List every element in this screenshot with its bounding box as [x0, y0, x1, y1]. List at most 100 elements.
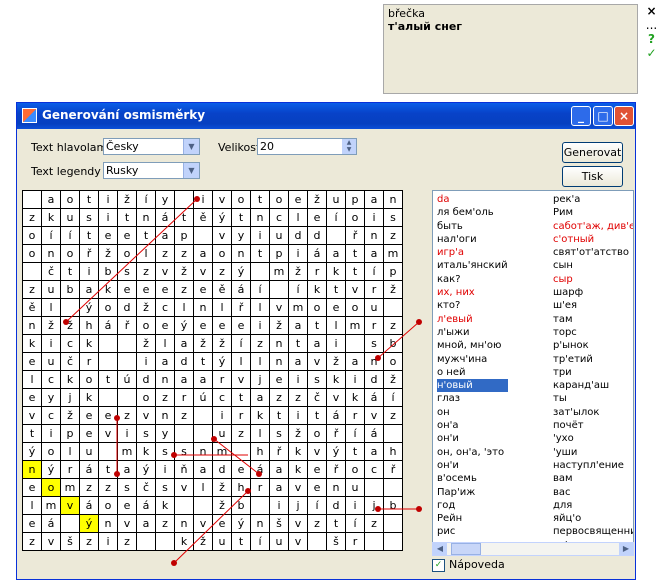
grid-cell[interactable]: ý — [136, 460, 156, 479]
check-icon[interactable]: ✓ — [642, 46, 661, 60]
grid-cell[interactable] — [117, 352, 137, 371]
grid-cell[interactable]: h — [250, 442, 270, 461]
grid-cell[interactable]: t — [269, 406, 289, 425]
legend-item[interactable]: da — [437, 193, 508, 206]
legend-item[interactable]: рис — [437, 525, 508, 538]
grid-cell[interactable]: v — [60, 496, 80, 515]
grid-cell[interactable]: t — [345, 442, 365, 461]
legend-panel[interactable]: da ля бем'оль быть нал'оги игр'а италь'янский… — [432, 190, 634, 556]
grid-cell[interactable]: á — [231, 280, 251, 299]
grid-cell[interactable] — [155, 532, 175, 551]
grid-cell[interactable]: z — [212, 262, 232, 281]
grid-cell[interactable]: k — [155, 496, 175, 515]
grid-cell[interactable]: ž — [41, 316, 61, 335]
grid-cell[interactable]: ř — [326, 424, 346, 443]
grid-cell[interactable]: t — [326, 280, 346, 299]
grid-cell[interactable]: o — [41, 478, 61, 497]
legend-item[interactable]: о ней — [437, 366, 508, 379]
grid-cell[interactable] — [22, 190, 42, 209]
grid-cell[interactable]: o — [136, 388, 156, 407]
grid-cell[interactable]: k — [98, 280, 118, 299]
grid-cell[interactable] — [193, 406, 213, 425]
grid-cell[interactable]: u — [41, 280, 61, 299]
grid-cell[interactable]: e — [288, 190, 308, 209]
grid-cell[interactable]: l — [22, 370, 42, 389]
grid-cell[interactable]: ř — [117, 316, 137, 335]
grid-cell[interactable]: ý — [231, 262, 251, 281]
grid-cell[interactable]: u — [269, 226, 289, 245]
grid-cell[interactable] — [269, 280, 289, 299]
grid-cell[interactable]: e — [193, 316, 213, 335]
legend-item[interactable]: сабот'аж, див'ерс — [553, 220, 633, 233]
grid-cell[interactable]: o — [22, 244, 42, 263]
grid-cell[interactable]: í — [288, 280, 308, 299]
grid-cell[interactable]: v — [212, 190, 232, 209]
grid-cell[interactable]: ý — [79, 298, 99, 317]
grid-cell[interactable]: v — [22, 406, 42, 425]
grid-cell[interactable]: e — [326, 298, 346, 317]
grid-cell[interactable]: r — [364, 316, 384, 335]
grid-cell[interactable]: p — [383, 262, 403, 281]
grid-cell[interactable]: ž — [193, 334, 213, 353]
grid-cell[interactable]: d — [136, 370, 156, 389]
grid-cell[interactable]: k — [79, 388, 99, 407]
close-button[interactable]: × — [614, 106, 634, 126]
grid-cell[interactable]: u — [60, 208, 80, 227]
grid-cell[interactable]: ž — [60, 316, 80, 335]
legend-item[interactable]: шарф — [553, 286, 633, 299]
grid-cell[interactable]: ý — [212, 352, 232, 371]
grid-cell[interactable] — [60, 514, 80, 533]
grid-cell[interactable] — [231, 442, 251, 461]
grid-cell[interactable]: a — [117, 460, 137, 479]
grid-cell[interactable]: ý — [22, 442, 42, 461]
legend-item[interactable]: три — [553, 366, 633, 379]
grid-cell[interactable]: d — [288, 226, 308, 245]
grid-cell[interactable]: z — [117, 406, 137, 425]
grid-cell[interactable] — [98, 352, 118, 371]
grid-cell[interactable]: i — [345, 496, 365, 515]
grid-cell[interactable]: í — [250, 532, 270, 551]
grid-cell[interactable]: e — [79, 424, 99, 443]
grid-cell[interactable]: z — [22, 532, 42, 551]
grid-cell[interactable] — [383, 532, 403, 551]
legend-item[interactable]: мужч'ина — [437, 353, 508, 366]
grid-cell[interactable]: l — [250, 352, 270, 371]
grid-cell[interactable]: ž — [383, 280, 403, 299]
grid-cell[interactable]: í — [326, 208, 346, 227]
legend-item[interactable]: нал'оги — [437, 233, 508, 246]
grid-cell[interactable]: v — [326, 388, 346, 407]
grid-cell[interactable]: n — [364, 352, 384, 371]
grid-cell[interactable]: o — [136, 316, 156, 335]
grid-cell[interactable]: o — [307, 424, 327, 443]
legend-item[interactable]: ш'ея — [553, 299, 633, 312]
grid-cell[interactable]: r — [307, 262, 327, 281]
grid-cell[interactable]: j — [288, 496, 308, 515]
grid-cell[interactable]: v — [136, 406, 156, 425]
grid-cell[interactable]: č — [307, 388, 327, 407]
grid-cell[interactable]: ř — [269, 442, 289, 461]
grid-cell[interactable]: s — [79, 208, 99, 227]
grid-cell[interactable]: ž — [212, 478, 232, 497]
grid-cell[interactable]: o — [383, 352, 403, 371]
grid-cell[interactable]: l — [212, 298, 232, 317]
grid-cell[interactable]: ř — [326, 460, 346, 479]
legend-item[interactable]: Рейн — [437, 512, 508, 525]
grid-cell[interactable]: n — [269, 334, 289, 353]
generate-button[interactable]: Generovat — [562, 142, 623, 163]
grid-cell[interactable]: v — [307, 442, 327, 461]
grid-cell[interactable]: a — [155, 352, 175, 371]
grid-cell[interactable]: ý — [326, 442, 346, 461]
grid-cell[interactable]: e — [117, 496, 137, 515]
grid-cell[interactable]: c — [155, 298, 175, 317]
grid-cell[interactable]: m — [383, 244, 403, 263]
grid-cell[interactable]: i — [250, 226, 270, 245]
grid-cell[interactable]: k — [41, 208, 61, 227]
grid-cell[interactable]: m — [345, 316, 365, 335]
grid-cell[interactable]: i — [136, 352, 156, 371]
grid-cell[interactable]: k — [250, 406, 270, 425]
grid-cell[interactable]: e — [22, 514, 42, 533]
legend-item[interactable]: вас — [553, 486, 633, 499]
grid-cell[interactable]: u — [212, 424, 232, 443]
grid-cell[interactable]: a — [326, 244, 346, 263]
legend-item[interactable]: италь'янский — [437, 259, 508, 272]
